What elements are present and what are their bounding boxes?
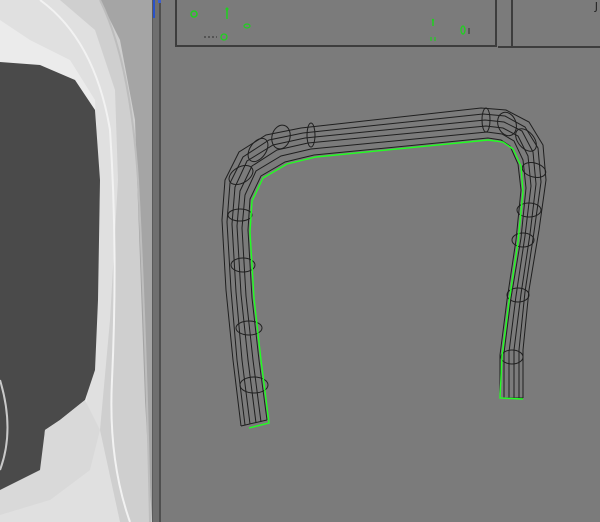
left-viewport-render bbox=[0, 0, 152, 522]
left-shaded-viewport[interactable] bbox=[0, 0, 152, 522]
3d-editor-window: J bbox=[0, 0, 600, 522]
viewport-divider[interactable] bbox=[152, 0, 161, 522]
wireframe-handle-mesh[interactable] bbox=[161, 0, 600, 522]
active-viewport-marker bbox=[153, 0, 155, 18]
selected-edge[interactable] bbox=[248, 139, 524, 429]
right-wireframe-viewport[interactable]: J bbox=[161, 0, 600, 522]
